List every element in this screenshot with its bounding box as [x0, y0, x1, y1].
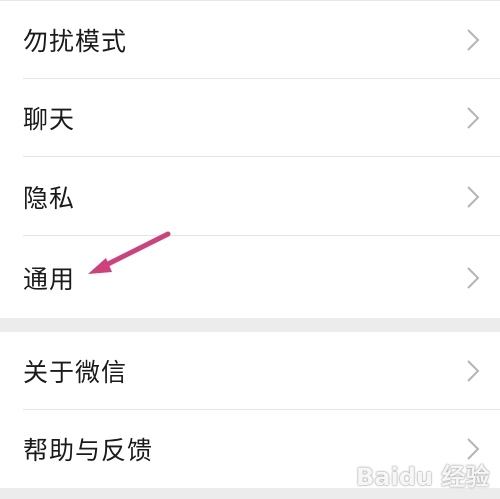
settings-group-main: 勿扰模式 聊天 隐私 通用 — [0, 0, 500, 318]
settings-item-label: 通用 — [23, 265, 76, 294]
row-divider — [23, 235, 500, 236]
settings-item-label: 关于微信 — [23, 358, 128, 387]
settings-item-do-not-disturb[interactable]: 勿扰模式 — [0, 1, 500, 79]
chevron-right-icon — [467, 107, 480, 129]
settings-item-about-wechat[interactable]: 关于微信 — [0, 332, 500, 410]
chevron-right-icon — [467, 438, 480, 460]
chevron-right-icon — [467, 186, 480, 208]
group-separator — [0, 318, 500, 332]
settings-item-chat[interactable]: 聊天 — [0, 79, 500, 157]
settings-item-label: 帮助与反馈 — [23, 436, 154, 465]
settings-item-help-feedback[interactable]: 帮助与反馈 — [0, 410, 500, 488]
chevron-right-icon — [467, 360, 480, 382]
settings-item-label: 聊天 — [23, 105, 76, 134]
bottom-separator — [0, 488, 500, 499]
settings-item-label: 勿扰模式 — [23, 27, 128, 56]
row-divider — [23, 156, 500, 157]
settings-item-label: 隐私 — [23, 184, 76, 213]
chevron-right-icon — [467, 267, 480, 289]
settings-item-general[interactable]: 通用 — [0, 238, 500, 318]
settings-group-about: 关于微信 帮助与反馈 — [0, 332, 500, 488]
chevron-right-icon — [467, 29, 480, 51]
settings-item-privacy[interactable]: 隐私 — [0, 158, 500, 236]
